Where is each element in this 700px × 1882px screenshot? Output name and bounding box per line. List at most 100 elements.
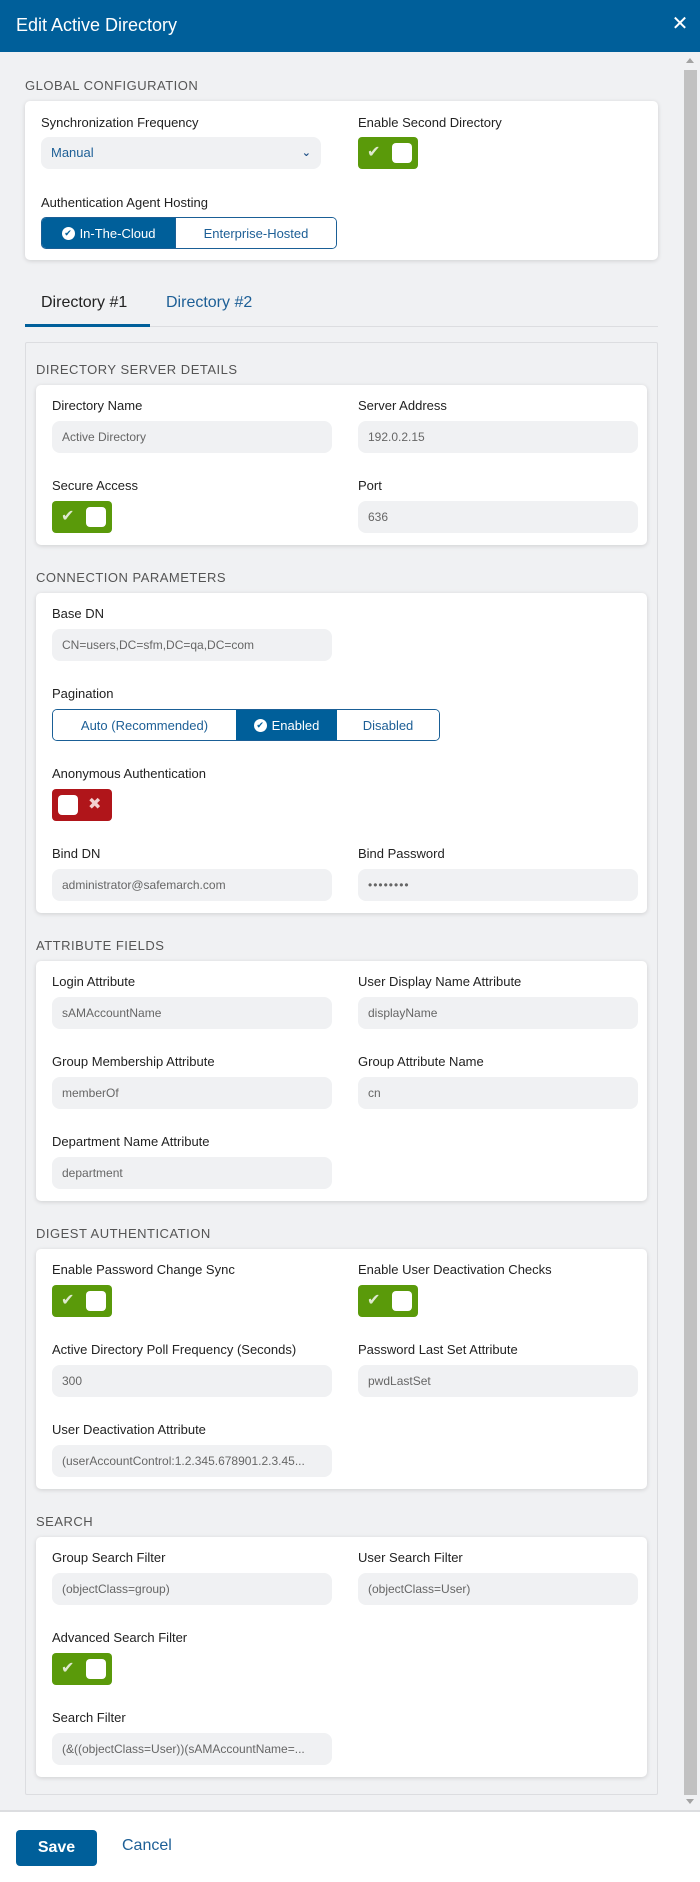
digest-auth-card: Enable Password Change Sync ✔ Enable Use…: [36, 1249, 647, 1489]
check-icon: ✔: [61, 1292, 75, 1309]
login-attribute-label: Login Attribute: [52, 974, 136, 989]
user-search-filter-input[interactable]: (objectClass=User): [358, 1573, 638, 1605]
anonymous-auth-label: Anonymous Authentication: [52, 766, 206, 781]
hosting-option-cloud-label: In-The-Cloud: [79, 225, 156, 241]
secure-access-toggle[interactable]: ✔: [52, 501, 112, 533]
pagination-option-auto-label: Auto (Recommended): [80, 717, 209, 733]
search-filter-label: Search Filter: [52, 1710, 126, 1725]
pagination-option-auto[interactable]: Auto (Recommended): [53, 710, 236, 740]
user-search-filter-label: User Search Filter: [358, 1550, 463, 1565]
pagination-label: Pagination: [52, 686, 114, 701]
global-config-card: Synchronization Frequency Manual ⌄ Enabl…: [25, 101, 658, 260]
hosting-option-cloud[interactable]: ✔ In-The-Cloud: [42, 218, 175, 248]
tab-directory-2[interactable]: Directory #2: [166, 294, 252, 312]
pagination-option-disabled[interactable]: Disabled: [337, 710, 439, 740]
hosting-option-enterprise[interactable]: Enterprise-Hosted: [175, 218, 336, 248]
bind-dn-label: Bind DN: [52, 846, 101, 861]
pagination-option-disabled-label: Disabled: [362, 717, 414, 733]
toggle-knob: [392, 1291, 412, 1311]
check-icon: ✔: [61, 508, 75, 525]
connection-params-card: Base DN CN=users,DC=sfm,DC=qa,DC=com Pag…: [36, 593, 647, 913]
password-last-set-input[interactable]: pwdLastSet: [358, 1365, 638, 1397]
bind-dn-input[interactable]: administrator@safemarch.com: [52, 869, 332, 901]
poll-frequency-input[interactable]: 300: [52, 1365, 332, 1397]
second-directory-toggle[interactable]: ✔: [358, 137, 418, 169]
cross-icon: ✖: [88, 796, 102, 813]
section-title-attributes: ATTRIBUTE FIELDS: [36, 938, 165, 953]
section-title-server: DIRECTORY SERVER DETAILS: [36, 362, 238, 377]
bind-password-input[interactable]: ••••••••: [358, 869, 638, 901]
login-attribute-input[interactable]: sAMAccountName: [52, 997, 332, 1029]
poll-frequency-label: Active Directory Poll Frequency (Seconds…: [52, 1342, 297, 1357]
deactivation-attribute-label: User Deactivation Attribute: [52, 1422, 206, 1437]
base-dn-label: Base DN: [52, 606, 105, 621]
deactivation-checks-toggle[interactable]: ✔: [358, 1285, 418, 1317]
hosting-segmented-control: ✔ In-The-Cloud Enterprise-Hosted: [41, 217, 337, 249]
attribute-fields-card: Login Attribute sAMAccountName User Disp…: [36, 961, 647, 1201]
port-label: Port: [358, 478, 382, 493]
group-search-filter-label: Group Search Filter: [52, 1550, 166, 1565]
sync-frequency-select[interactable]: Manual ⌄: [41, 137, 321, 169]
port-input[interactable]: 636: [358, 501, 638, 533]
bind-password-label: Bind Password: [358, 846, 445, 861]
search-filter-input[interactable]: (&((objectClass=User))(sAMAccountName=..…: [52, 1733, 332, 1765]
section-title-connection: CONNECTION PARAMETERS: [36, 570, 227, 585]
check-circle-icon: ✔: [253, 718, 267, 732]
save-button[interactable]: Save: [16, 1830, 97, 1866]
server-address-label: Server Address: [358, 398, 447, 413]
check-icon: ✔: [367, 1292, 381, 1309]
close-icon[interactable]: ✕: [670, 12, 690, 36]
dialog-title: Edit Active Directory: [16, 15, 178, 35]
base-dn-input[interactable]: CN=users,DC=sfm,DC=qa,DC=com: [52, 629, 332, 661]
sync-frequency-label: Synchronization Frequency: [41, 115, 199, 130]
display-name-attribute-label: User Display Name Attribute: [358, 974, 522, 989]
toggle-knob: [58, 795, 78, 815]
group-membership-attribute-label: Group Membership Attribute: [52, 1054, 215, 1069]
vertical-scrollbar[interactable]: [683, 52, 698, 1810]
password-sync-toggle[interactable]: ✔: [52, 1285, 112, 1317]
department-attribute-label: Department Name Attribute: [52, 1134, 210, 1149]
server-address-input[interactable]: 192.0.2.15: [358, 421, 638, 453]
pagination-option-enabled-label: Enabled: [271, 717, 320, 733]
pagination-segmented-control: Auto (Recommended) ✔ Enabled Disabled: [52, 709, 440, 741]
scrollbar-thumb[interactable]: [684, 70, 697, 1795]
check-icon: ✔: [367, 144, 381, 161]
hosting-label: Authentication Agent Hosting: [41, 195, 208, 210]
tab-directory-1[interactable]: Directory #1: [41, 294, 127, 312]
check-icon: ✔: [61, 1660, 75, 1677]
check-circle-icon: ✔: [61, 226, 75, 240]
scroll-down-arrow-icon[interactable]: [686, 1799, 694, 1804]
second-directory-label: Enable Second Directory: [358, 115, 502, 130]
advanced-search-filter-toggle[interactable]: ✔: [52, 1653, 112, 1685]
group-membership-attribute-input[interactable]: memberOf: [52, 1077, 332, 1109]
group-attribute-name-label: Group Attribute Name: [358, 1054, 484, 1069]
toggle-knob: [392, 143, 412, 163]
department-attribute-input[interactable]: department: [52, 1157, 332, 1189]
toggle-knob: [86, 507, 106, 527]
directory-name-label: Directory Name: [52, 398, 143, 413]
search-card: Group Search Filter (objectClass=group) …: [36, 1537, 647, 1777]
group-attribute-name-input[interactable]: cn: [358, 1077, 638, 1109]
scroll-up-arrow-icon[interactable]: [686, 58, 694, 63]
hosting-option-enterprise-label: Enterprise-Hosted: [203, 225, 309, 241]
pagination-option-enabled[interactable]: ✔ Enabled: [236, 710, 337, 740]
active-tab-indicator: [25, 324, 150, 327]
password-sync-label: Enable Password Change Sync: [52, 1262, 235, 1277]
secure-access-label: Secure Access: [52, 478, 138, 493]
deactivation-checks-label: Enable User Deactivation Checks: [358, 1262, 552, 1277]
anonymous-auth-toggle[interactable]: ✖: [52, 789, 112, 821]
directory-name-input[interactable]: Active Directory: [52, 421, 332, 453]
server-details-card: Directory Name Active Directory Server A…: [36, 385, 647, 545]
sync-frequency-value: Manual: [51, 145, 94, 160]
password-last-set-label: Password Last Set Attribute: [358, 1342, 518, 1357]
group-search-filter-input[interactable]: (objectClass=group): [52, 1573, 332, 1605]
section-title-digest: DIGEST AUTHENTICATION: [36, 1226, 211, 1241]
toggle-knob: [86, 1291, 106, 1311]
cancel-button[interactable]: Cancel: [122, 1837, 172, 1855]
chevron-down-icon: ⌄: [301, 147, 311, 159]
dialog-header: Edit Active Directory ✕: [0, 0, 700, 52]
section-title-search: SEARCH: [36, 1514, 94, 1529]
display-name-attribute-input[interactable]: displayName: [358, 997, 638, 1029]
deactivation-attribute-input[interactable]: (userAccountControl:1.2.345.678901.2.3.4…: [52, 1445, 332, 1477]
toggle-knob: [86, 1659, 106, 1679]
